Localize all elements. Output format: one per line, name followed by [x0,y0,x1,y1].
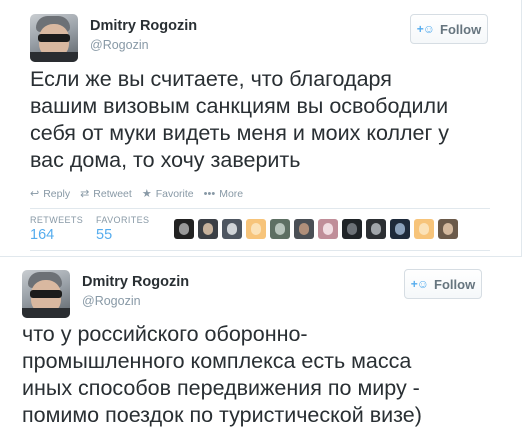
favoriter-avatar[interactable] [174,219,194,239]
follow-user-icon: +☺ [416,22,435,36]
favorites-label: FAVORITES [96,215,150,225]
retweet-icon: ⇄ [80,188,90,200]
tweet-text-line: Если же вы считаете, что благодаря [30,67,392,91]
retweet-label: Retweet [93,187,132,200]
follow-button-label: Follow [440,21,482,37]
tweet-text: Если же вы считаете, что благодаря вашим… [30,66,510,174]
favoriter-avatar[interactable] [198,219,218,239]
favoriter-avatar[interactable] [390,219,410,239]
author-handle[interactable]: @Rogozin [82,294,141,308]
author-handle[interactable]: @Rogozin [90,38,149,52]
favoriter-avatar[interactable] [294,219,314,239]
retweet-button[interactable]: ⇄ Retweet [80,187,132,201]
favoriter-avatar[interactable] [414,219,434,239]
reply-icon: ↩ [30,188,40,200]
tweet-text-line: иных способов передвижения по миру - [22,376,420,400]
favorites-count: 55 [96,227,113,243]
star-icon: ★ [141,188,152,200]
tweet-text-line: вас дома, то хочу заверить [30,148,301,172]
follow-button[interactable]: +☺ Follow [410,14,488,44]
tweet-text-line: помимо поездок по туристической визе) [22,403,422,427]
favorites-stat[interactable]: FAVORITES 55 [96,215,149,243]
more-button[interactable]: ••• More [204,188,244,200]
tweet-text-line: промышленного комплекса есть масса [22,349,412,373]
reply-button[interactable]: ↩ Reply [30,187,71,201]
tweet-text-line: что у российского оборонно- [22,322,308,346]
favoriter-avatar[interactable] [222,219,242,239]
retweets-label: RETWEETS [30,215,84,225]
author-name[interactable]: Dmitry Rogozin [90,18,197,34]
favoriter-avatar[interactable] [246,219,266,239]
follow-button[interactable]: +☺ Follow [404,269,482,299]
favoriter-avatar[interactable] [366,219,386,239]
favoriter-avatar[interactable] [438,219,458,239]
favoriter-avatar[interactable] [318,219,338,239]
retweets-count: 164 [30,227,55,243]
favoriters-avatars [174,219,458,239]
avatar[interactable] [22,270,70,318]
author-name[interactable]: Dmitry Rogozin [82,274,189,290]
follow-button-label: Follow [434,276,476,292]
tweet-card-1: Dmitry Rogozin @Rogozin +☺ Follow Если ж… [0,0,522,256]
retweets-stat[interactable]: RETWEETS 164 [30,215,83,243]
tweet-text: что у российского оборонно- промышленног… [22,321,502,429]
tweet-text-line: себя от муки видеть меня и моих коллег у [30,121,450,145]
divider [30,250,490,251]
more-label: More [219,187,244,200]
reply-label: Reply [43,187,71,200]
favoriter-avatar[interactable] [270,219,290,239]
favoriter-avatar[interactable] [342,219,362,239]
avatar[interactable] [30,14,78,62]
follow-user-icon: +☺ [410,277,429,291]
tweet-card-2: Dmitry Rogozin @Rogozin +☺ Follow что у … [0,256,522,446]
divider [30,208,490,209]
tweet-actions: ↩ Reply ⇄ Retweet ★ Favorite ••• More [30,187,244,201]
tweet-text-line: вашим визовым санкциям вы освободили [30,94,449,118]
more-icon: ••• [203,187,216,200]
favorite-label: Favorite [155,187,194,200]
favorite-button[interactable]: ★ Favorite [141,187,194,201]
